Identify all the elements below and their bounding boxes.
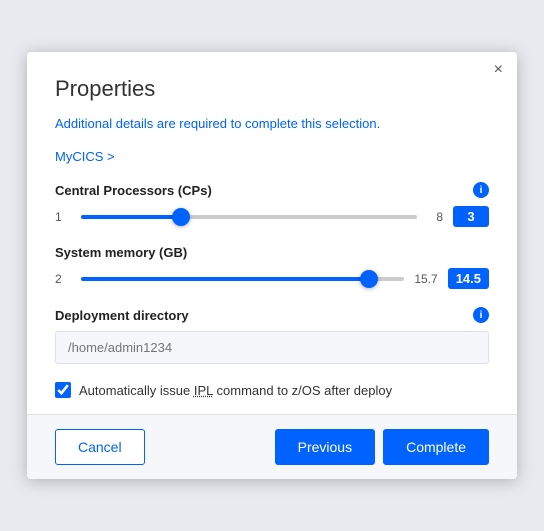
- previous-button[interactable]: Previous: [275, 429, 375, 465]
- cp-slider-max: 8: [427, 210, 443, 224]
- dialog-subtitle: Additional details are required to compl…: [55, 116, 489, 131]
- dialog-body: Properties Additional details are requir…: [27, 52, 517, 414]
- dialog-title: Properties: [55, 76, 489, 102]
- properties-dialog: × Properties Additional details are requ…: [27, 52, 517, 479]
- cp-slider[interactable]: [81, 215, 417, 219]
- mem-slider-value: 14.5: [448, 268, 489, 289]
- dir-field-label: Deployment directory i: [55, 307, 489, 323]
- mem-slider-max: 15.7: [414, 272, 437, 286]
- cp-slider-min: 1: [55, 210, 71, 224]
- dir-field-row: Deployment directory i: [55, 307, 489, 364]
- ipl-checkbox[interactable]: [55, 382, 71, 398]
- cp-slider-row: 1 8 3: [55, 206, 489, 227]
- dir-info-icon[interactable]: i: [473, 307, 489, 323]
- cp-field-label: Central Processors (CPs) i: [55, 182, 489, 198]
- dir-input[interactable]: [55, 331, 489, 364]
- mem-slider-min: 2: [55, 272, 71, 286]
- mem-field-row: System memory (GB) 2 15.7 14.5: [55, 245, 489, 289]
- footer-right-buttons: Previous Complete: [275, 429, 489, 465]
- mem-field-label: System memory (GB): [55, 245, 489, 260]
- dialog-footer: Cancel Previous Complete: [27, 414, 517, 479]
- cp-field-row: Central Processors (CPs) i 1 8 3: [55, 182, 489, 227]
- cp-info-icon[interactable]: i: [473, 182, 489, 198]
- close-button[interactable]: ×: [494, 62, 503, 78]
- ipl-acronym: IPL: [194, 383, 213, 398]
- cp-slider-value: 3: [453, 206, 489, 227]
- complete-button[interactable]: Complete: [383, 429, 489, 465]
- ipl-checkbox-label: Automatically issue IPL command to z/OS …: [79, 383, 392, 398]
- ipl-checkbox-row: Automatically issue IPL command to z/OS …: [55, 382, 489, 398]
- breadcrumb[interactable]: MyCICS >: [55, 149, 489, 164]
- mem-slider[interactable]: [81, 277, 404, 281]
- cancel-button[interactable]: Cancel: [55, 429, 145, 465]
- mem-slider-row: 2 15.7 14.5: [55, 268, 489, 289]
